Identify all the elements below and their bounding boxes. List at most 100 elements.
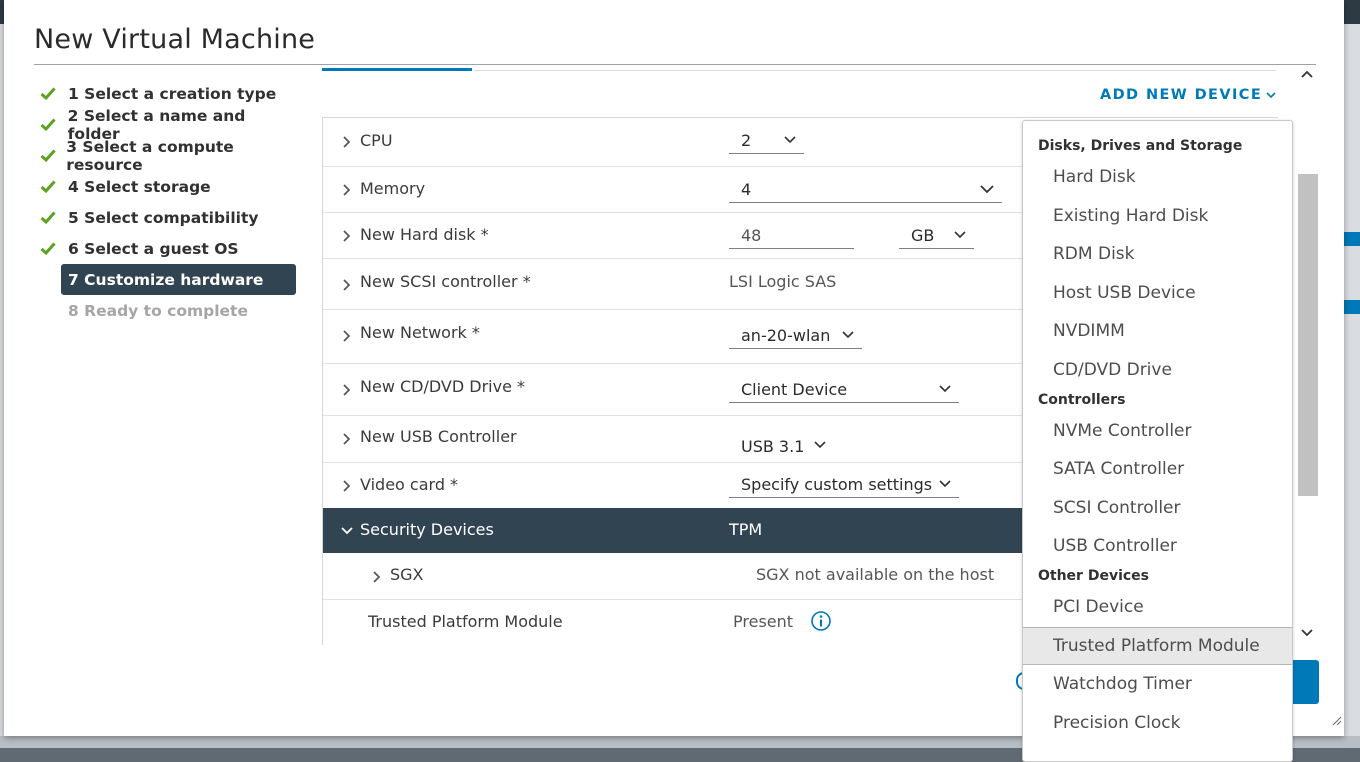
menu-item-scsi-controller[interactable]: SCSI Controller: [1023, 490, 1292, 526]
hard-disk-unit: GB: [911, 226, 935, 245]
step-label: 3 Select a compute resource: [66, 137, 234, 174]
usb-value: USB 3.1: [741, 436, 805, 456]
video-value: Specify custom settings: [741, 475, 933, 494]
title-divider: [34, 64, 1316, 65]
chevron-down-icon: [842, 331, 854, 339]
video-label: Video card *: [360, 475, 459, 494]
menu-item-cd-dvd-drive[interactable]: CD/DVD Drive: [1023, 352, 1292, 388]
chevron-down-icon[interactable]: [341, 524, 353, 538]
menu-group-header: Disks, Drives and Storage: [1038, 138, 1243, 154]
scroll-down-icon[interactable]: [1301, 628, 1313, 637]
chevron-right-icon[interactable]: [341, 432, 353, 446]
chevron-down-icon: [939, 480, 951, 488]
menu-item-trusted-platform-module[interactable]: Trusted Platform Module: [1023, 627, 1292, 665]
sgx-value: SGX not available on the host: [756, 565, 995, 584]
scroll-up-icon[interactable]: [1301, 70, 1313, 79]
chevron-down-icon: [1266, 91, 1276, 98]
menu-item-precision-clock[interactable]: Precision Clock: [1023, 705, 1292, 741]
tab-virtual-hardware-active[interactable]: [322, 68, 472, 71]
cpu-select[interactable]: 2: [729, 128, 804, 154]
menu-item-host-usb-device[interactable]: Host USB Device: [1023, 275, 1292, 311]
step-label: 5 Select compatibility: [68, 208, 259, 227]
memory-value: 4: [741, 180, 752, 199]
chevron-right-icon[interactable]: [341, 479, 353, 493]
cpu-label: CPU: [360, 131, 393, 150]
tab-divider: [474, 70, 1276, 71]
cd-dvd-value: Client Device: [741, 380, 848, 399]
menu-item-rdm-disk[interactable]: RDM Disk: [1023, 236, 1292, 272]
step-creation-type[interactable]: 1 Select a creation type: [40, 78, 300, 109]
step-label: 1 Select a creation type: [68, 84, 277, 103]
content-scrollbar[interactable]: [1297, 66, 1318, 644]
check-icon: [40, 146, 66, 166]
add-device-menu: Disks, Drives and Storage Hard Disk Exis…: [1022, 120, 1293, 762]
step-label: 4 Select storage: [68, 177, 211, 196]
step-customize-hardware[interactable]: 7 Customize hardware: [61, 264, 296, 295]
menu-item-existing-hard-disk[interactable]: Existing Hard Disk: [1023, 198, 1292, 234]
menu-item-nvdimm[interactable]: NVDIMM: [1023, 313, 1292, 349]
cd-dvd-select[interactable]: Client Device: [729, 377, 959, 403]
check-icon: [40, 208, 68, 228]
info-icon[interactable]: [810, 610, 832, 632]
memory-select[interactable]: 4: [729, 177, 1002, 203]
chevron-right-icon[interactable]: [341, 329, 353, 343]
cd-dvd-label: New CD/DVD Drive *: [360, 377, 525, 396]
check-icon: [40, 115, 68, 135]
add-new-device-button[interactable]: ADD NEW DEVICE: [1100, 87, 1276, 103]
add-device-label: ADD NEW DEVICE: [1100, 87, 1263, 103]
chevron-right-icon[interactable]: [371, 570, 383, 584]
step-label: 6 Select a guest OS: [68, 239, 239, 258]
resize-handle-icon[interactable]: [1332, 716, 1342, 726]
check-icon: [40, 177, 68, 197]
cpu-value: 2: [741, 131, 752, 150]
background-band: [1344, 300, 1360, 314]
network-value: an-20-wlan: [741, 326, 831, 345]
menu-item-nvme-controller[interactable]: NVMe Controller: [1023, 413, 1292, 449]
chevron-down-icon: [939, 385, 951, 393]
menu-item-sata-controller[interactable]: SATA Controller: [1023, 451, 1292, 487]
hard-disk-value: 48: [741, 226, 762, 245]
usb-label: New USB Controller: [360, 427, 517, 446]
menu-group-header: Controllers: [1038, 392, 1126, 408]
chevron-down-icon: [954, 231, 966, 239]
menu-group-header: Other Devices: [1038, 568, 1150, 584]
chevron-right-icon[interactable]: [341, 278, 353, 292]
memory-label: Memory: [360, 179, 426, 198]
network-select[interactable]: an-20-wlan: [729, 323, 862, 349]
network-label: New Network *: [360, 323, 480, 342]
usb-select[interactable]: USB 3.1: [729, 433, 834, 459]
hard-disk-unit-select[interactable]: GB: [899, 223, 974, 249]
check-icon: [40, 84, 68, 104]
step-name-folder[interactable]: 2 Select a name and folder: [40, 107, 300, 143]
check-icon: [40, 239, 68, 259]
wizard-steps: 1 Select a creation type 2 Select a name…: [40, 78, 300, 326]
tpm-value: Present: [733, 612, 794, 631]
menu-item-pci-device[interactable]: PCI Device: [1023, 589, 1292, 625]
chevron-right-icon[interactable]: [341, 135, 353, 149]
scsi-value: LSI Logic SAS: [729, 272, 837, 291]
video-select[interactable]: Specify custom settings: [729, 472, 959, 498]
hard-disk-label: New Hard disk *: [360, 225, 489, 244]
background-band: [1344, 232, 1360, 246]
chevron-right-icon[interactable]: [341, 229, 353, 243]
menu-item-watchdog-timer[interactable]: Watchdog Timer: [1023, 666, 1292, 702]
step-compute-resource[interactable]: 3 Select a compute resource: [40, 137, 300, 174]
menu-item-hard-disk[interactable]: Hard Disk: [1023, 159, 1292, 195]
step-label: 7 Customize hardware: [68, 270, 264, 289]
step-compatibility[interactable]: 5 Select compatibility: [40, 202, 300, 233]
hard-disk-size-input[interactable]: 48: [729, 223, 854, 249]
step-ready-to-complete: 8 Ready to complete: [40, 295, 300, 326]
security-devices-label: Security Devices: [360, 520, 494, 539]
scsi-label: New SCSI controller *: [360, 272, 531, 291]
chevron-right-icon[interactable]: [341, 383, 353, 397]
chevron-down-icon: [814, 441, 826, 449]
step-guest-os[interactable]: 6 Select a guest OS: [40, 233, 300, 264]
chevron-down-icon: [980, 185, 994, 194]
step-storage[interactable]: 4 Select storage: [40, 171, 300, 202]
chevron-right-icon[interactable]: [341, 183, 353, 197]
menu-item-usb-controller[interactable]: USB Controller: [1023, 528, 1292, 564]
dialog-title: New Virtual Machine: [34, 24, 316, 55]
security-devices-value: TPM: [729, 520, 763, 539]
scrollbar-thumb[interactable]: [1298, 174, 1318, 496]
tpm-label: Trusted Platform Module: [368, 612, 563, 631]
